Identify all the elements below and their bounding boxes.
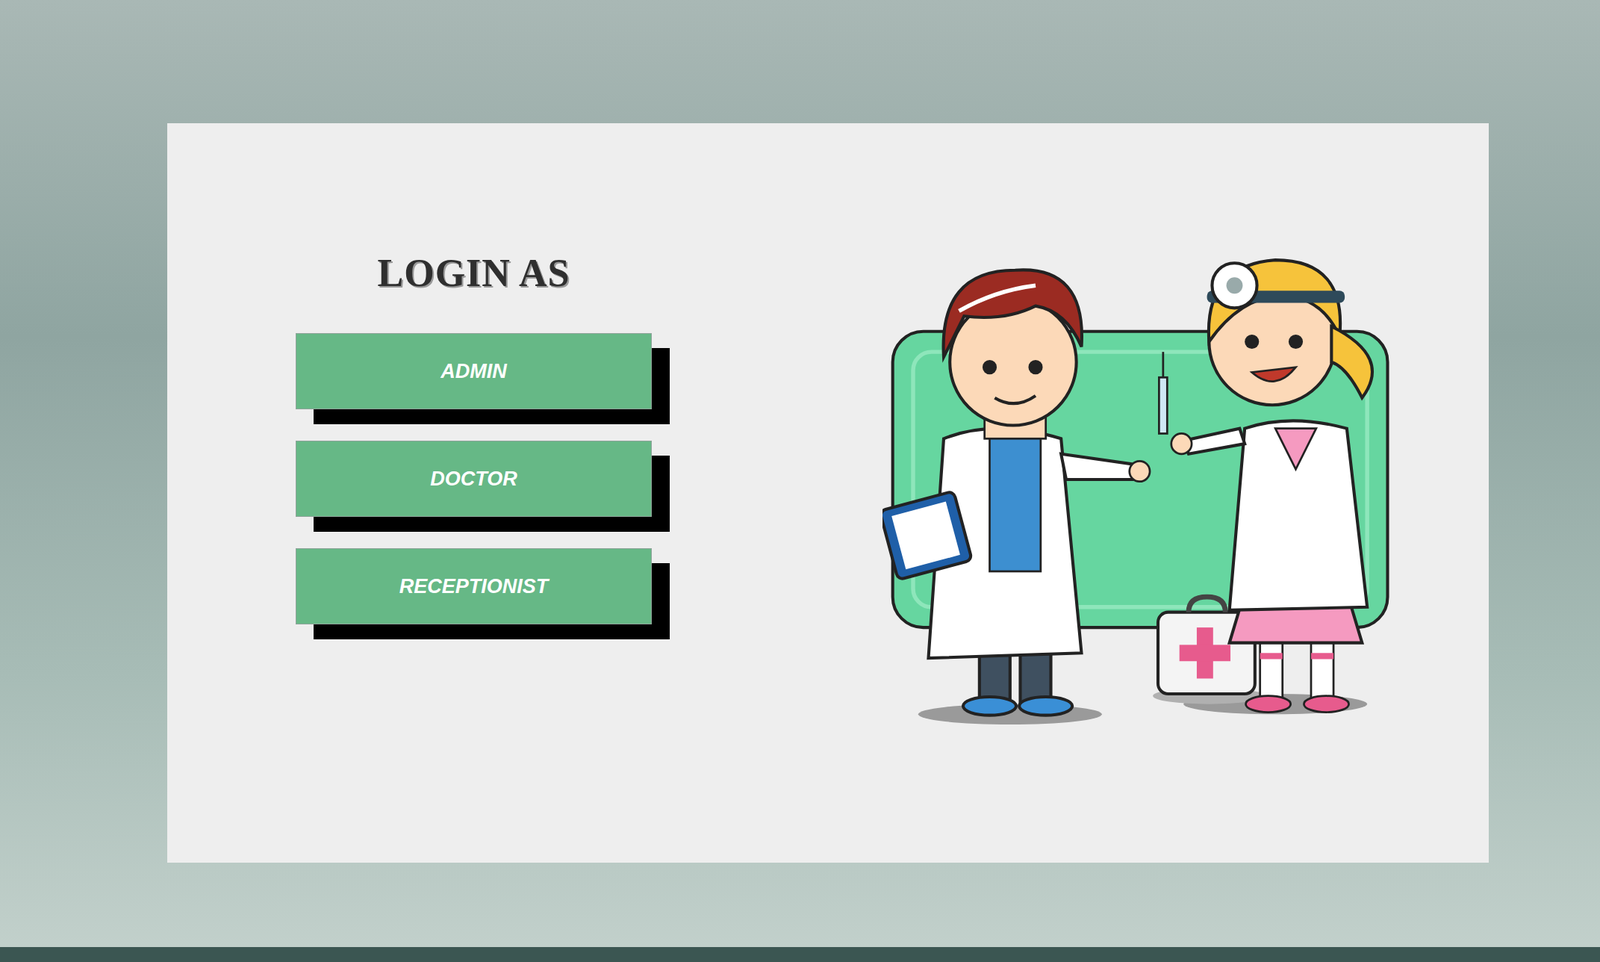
bottom-bar	[0, 946, 1600, 962]
page: LOGIN AS ADMIN DOCTOR RECEPTIONIST	[0, 0, 1600, 962]
role-button[interactable]: RECEPTIONIST	[295, 548, 652, 625]
role-buttons: ADMIN DOCTOR RECEPTIONIST	[295, 332, 652, 625]
login-title: LOGIN AS	[295, 251, 652, 295]
role-chooser: LOGIN AS ADMIN DOCTOR RECEPTIONIST	[295, 251, 652, 625]
role-button[interactable]: DOCTOR	[295, 440, 652, 517]
stage: LOGIN AS ADMIN DOCTOR RECEPTIONIST	[0, 0, 1600, 947]
doctors-icon	[882, 223, 1403, 727]
role-button[interactable]: ADMIN	[295, 332, 652, 410]
login-column: LOGIN AS ADMIN DOCTOR RECEPTIONIST	[167, 123, 883, 863]
login-panel: LOGIN AS ADMIN DOCTOR RECEPTIONIST	[167, 123, 1489, 863]
doctors-illustration	[882, 123, 1403, 863]
